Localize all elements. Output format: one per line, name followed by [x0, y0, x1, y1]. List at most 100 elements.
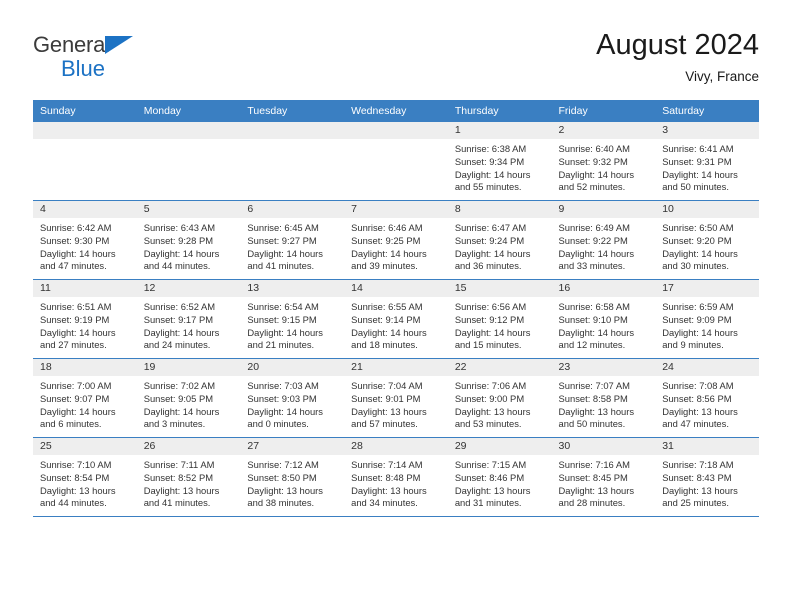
calendar-day-cell[interactable]: 24 Sunrise: 7:08 AM Sunset: 8:56 PM Dayligh… [655, 358, 759, 438]
sunrise-text: Sunrise: 6:55 AM [351, 301, 423, 313]
location-subtitle: Vivy, France [685, 69, 759, 85]
daylight-minutes-text: and 28 minutes. [558, 497, 626, 509]
logo-text-blue: Blue [61, 56, 106, 81]
weekday-header-monday: Monday [136, 100, 241, 123]
daylight-hours-text: Daylight: 14 hours [662, 247, 738, 259]
daylight-minutes-text: and 41 minutes. [143, 497, 211, 509]
day-details: Sunrise: 7:16 AM Sunset: 8:45 PM Daylight:… [552, 455, 656, 509]
calendar-day-cell[interactable]: 28 Sunrise: 7:14 AM Sunset: 8:48 PM Dayligh… [344, 437, 448, 517]
calendar-day-cell[interactable]: 18 Sunrise: 7:00 AM Sunset: 9:07 PM Dayligh… [33, 358, 137, 438]
sunset-text: Sunset: 9:12 PM [454, 314, 525, 326]
daylight-hours-text: Daylight: 14 hours [40, 405, 116, 417]
calendar-day-cell[interactable]: 23 Sunrise: 7:07 AM Sunset: 8:58 PM Dayligh… [551, 358, 656, 438]
sunset-text: Sunset: 9:20 PM [662, 235, 732, 247]
calendar-day-cell[interactable]: 10 Sunrise: 6:50 AM Sunset: 9:20 PM Dayligh… [655, 200, 759, 280]
daylight-hours-text: Daylight: 13 hours [247, 484, 323, 496]
sunset-text: Sunset: 8:43 PM [662, 472, 732, 484]
sunrise-text: Sunrise: 7:06 AM [454, 380, 527, 392]
day-number: 23 [551, 359, 656, 377]
daylight-hours-text: Daylight: 13 hours [351, 405, 427, 417]
calendar-day-cell[interactable]: 21 Sunrise: 7:04 AM Sunset: 9:01 PM Dayligh… [344, 358, 448, 438]
sunset-text: Sunset: 9:09 PM [662, 314, 732, 326]
day-number [136, 122, 241, 140]
daylight-minutes-text: and 39 minutes. [351, 260, 418, 272]
calendar-day-cell[interactable]: 15 Sunrise: 6:56 AM Sunset: 9:12 PM Dayligh… [447, 279, 552, 359]
daylight-minutes-text: and 55 minutes. [454, 181, 522, 193]
daylight-minutes-text: and 18 minutes. [351, 339, 418, 351]
daylight-hours-text: Daylight: 13 hours [351, 484, 427, 496]
calendar-day-cell[interactable]: 1 Sunrise: 6:38 AM Sunset: 9:34 PM Daylight… [447, 122, 552, 201]
calendar-week-row: 11 Sunrise: 6:51 AM Sunset: 9:19 PM Dayligh… [33, 279, 759, 359]
calendar-day-cell[interactable]: 31 Sunrise: 7:18 AM Sunset: 8:43 PM Dayligh… [655, 437, 759, 517]
calendar-day-cell[interactable]: 5 Sunrise: 6:43 AM Sunset: 9:28 PM Daylight… [136, 200, 241, 280]
calendar-day-cell[interactable]: 25 Sunrise: 7:10 AM Sunset: 8:54 PM Dayligh… [33, 437, 137, 517]
calendar-day-cell[interactable]: 27 Sunrise: 7:12 AM Sunset: 8:50 PM Dayligh… [240, 437, 345, 517]
day-details: Sunrise: 7:00 AM Sunset: 9:07 PM Daylight:… [33, 376, 137, 430]
sunset-text: Sunset: 9:25 PM [351, 235, 421, 247]
day-number: 18 [33, 359, 137, 377]
day-number: 8 [447, 201, 552, 219]
sunrise-text: Sunrise: 7:15 AM [454, 459, 527, 471]
calendar-day-cell[interactable]: 14 Sunrise: 6:55 AM Sunset: 9:14 PM Dayligh… [344, 279, 448, 359]
sunset-text: Sunset: 9:30 PM [40, 235, 110, 247]
calendar-bottom-rule [33, 516, 759, 518]
day-number: 4 [33, 201, 137, 219]
daylight-minutes-text: and 44 minutes. [40, 497, 107, 509]
day-number: 20 [240, 359, 345, 377]
sunset-text: Sunset: 9:03 PM [247, 393, 317, 405]
triangle-icon [105, 36, 133, 54]
day-details: Sunrise: 7:08 AM Sunset: 8:56 PM Daylight:… [655, 376, 759, 430]
day-details: Sunrise: 7:14 AM Sunset: 8:48 PM Daylight:… [344, 455, 448, 509]
daylight-minutes-text: and 36 minutes. [454, 260, 522, 272]
calendar-day-cell[interactable]: 9 Sunrise: 6:49 AM Sunset: 9:22 PM Daylight… [551, 200, 656, 280]
daylight-hours-text: Daylight: 14 hours [40, 247, 116, 259]
sunrise-text: Sunrise: 6:59 AM [662, 301, 734, 313]
day-number: 10 [655, 201, 759, 219]
day-details: Sunrise: 6:41 AM Sunset: 9:31 PM Daylight:… [655, 139, 759, 193]
sunrise-text: Sunrise: 7:00 AM [40, 380, 112, 392]
calendar-day-cell[interactable]: 6 Sunrise: 6:45 AM Sunset: 9:27 PM Daylight… [240, 200, 345, 280]
calendar-day-cell[interactable]: 29 Sunrise: 7:15 AM Sunset: 8:46 PM Dayligh… [447, 437, 552, 517]
calendar-day-cell[interactable]: 11 Sunrise: 6:51 AM Sunset: 9:19 PM Dayligh… [33, 279, 137, 359]
day-number: 25 [33, 438, 137, 456]
calendar-day-cell[interactable]: 26 Sunrise: 7:11 AM Sunset: 8:52 PM Dayligh… [136, 437, 241, 517]
day-details: Sunrise: 6:42 AM Sunset: 9:30 PM Daylight:… [33, 218, 137, 272]
calendar-day-cell[interactable]: 22 Sunrise: 7:06 AM Sunset: 9:00 PM Dayligh… [447, 358, 552, 438]
day-number: 2 [551, 122, 656, 140]
daylight-hours-text: Daylight: 14 hours [558, 247, 635, 259]
daylight-hours-text: Daylight: 13 hours [662, 484, 738, 496]
calendar-day-cell[interactable]: 12 Sunrise: 6:52 AM Sunset: 9:17 PM Dayligh… [136, 279, 241, 359]
daylight-minutes-text: and 44 minutes. [143, 260, 211, 272]
day-number: 6 [240, 201, 345, 219]
month-calendar: Sunday Monday Tuesday Wednesday Thursday… [33, 100, 759, 517]
day-number: 7 [344, 201, 448, 219]
sunset-text: Sunset: 9:15 PM [247, 314, 317, 326]
sunrise-text: Sunrise: 6:49 AM [558, 222, 630, 234]
calendar-day-cell[interactable]: 19 Sunrise: 7:02 AM Sunset: 9:05 PM Dayligh… [136, 358, 241, 438]
calendar-day-cell[interactable]: 13 Sunrise: 6:54 AM Sunset: 9:15 PM Dayligh… [240, 279, 345, 359]
day-number: 14 [344, 280, 448, 298]
calendar-day-cell[interactable]: 7 Sunrise: 6:46 AM Sunset: 9:25 PM Daylight… [344, 200, 448, 280]
calendar-day-cell[interactable]: 8 Sunrise: 6:47 AM Sunset: 9:24 PM Daylight… [447, 200, 552, 280]
calendar-day-cell[interactable]: 20 Sunrise: 7:03 AM Sunset: 9:03 PM Dayligh… [240, 358, 345, 438]
general-blue-logo[interactable]: General Blue [33, 28, 148, 82]
calendar-day-cell[interactable]: 2 Sunrise: 6:40 AM Sunset: 9:32 PM Daylight… [551, 122, 656, 201]
daylight-hours-text: Daylight: 14 hours [454, 168, 531, 180]
day-number: 24 [655, 359, 759, 377]
calendar-day-cell[interactable]: 16 Sunrise: 6:58 AM Sunset: 9:10 PM Dayligh… [551, 279, 656, 359]
sunset-text: Sunset: 9:28 PM [143, 235, 214, 247]
calendar-day-cell[interactable]: 17 Sunrise: 6:59 AM Sunset: 9:09 PM Dayligh… [655, 279, 759, 359]
daylight-minutes-text: and 15 minutes. [454, 339, 522, 351]
sunrise-text: Sunrise: 7:02 AM [143, 380, 216, 392]
calendar-day-cell[interactable]: 30 Sunrise: 7:16 AM Sunset: 8:45 PM Dayligh… [551, 437, 656, 517]
day-details: Sunrise: 6:50 AM Sunset: 9:20 PM Daylight:… [655, 218, 759, 272]
day-number: 5 [136, 201, 241, 219]
sunset-text: Sunset: 9:32 PM [558, 156, 628, 168]
sunset-text: Sunset: 9:19 PM [40, 314, 110, 326]
daylight-minutes-text: and 38 minutes. [247, 497, 315, 509]
calendar-day-cell[interactable]: 3 Sunrise: 6:41 AM Sunset: 9:31 PM Daylight… [655, 122, 759, 201]
sunset-text: Sunset: 9:07 PM [40, 393, 110, 405]
calendar-day-cell[interactable]: 4 Sunrise: 6:42 AM Sunset: 9:30 PM Daylight… [33, 200, 137, 280]
day-number: 16 [551, 280, 656, 298]
day-details: Sunrise: 7:03 AM Sunset: 9:03 PM Daylight:… [240, 376, 344, 430]
